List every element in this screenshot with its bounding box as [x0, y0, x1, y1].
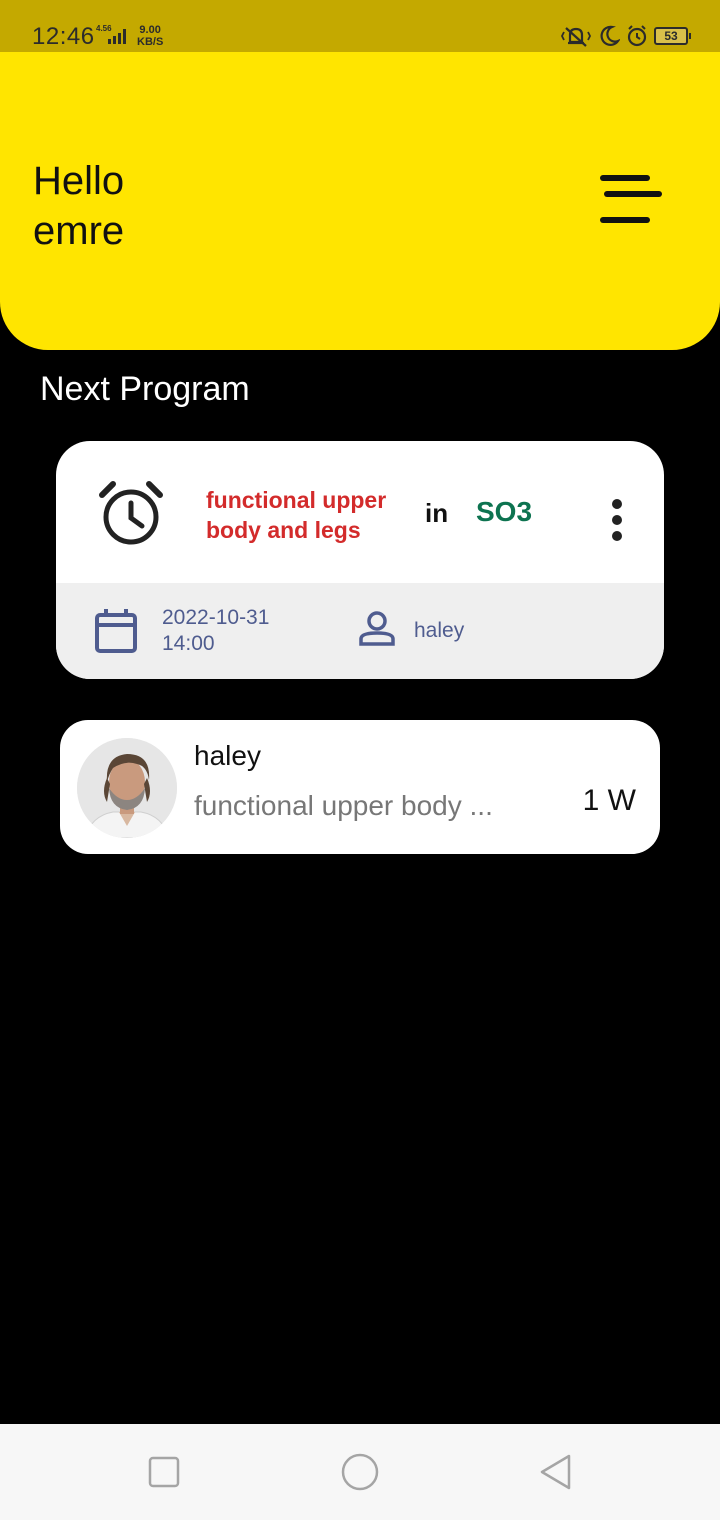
status-icons: 53 — [560, 25, 691, 47]
data-speed: 9.00 KB/S — [137, 24, 163, 48]
person-icon — [359, 611, 395, 646]
moon-icon — [600, 25, 620, 46]
coach-name: haley — [414, 619, 465, 642]
program-datetime: 2022-10-31 14:00 — [162, 605, 269, 657]
program-name: functional upper body and legs — [206, 487, 387, 543]
navigation-bar — [0, 1424, 720, 1520]
coach-card-duration: 1 W — [582, 784, 636, 817]
data-speed-value: 9.00 — [139, 24, 161, 36]
greeting-username: emre — [33, 209, 125, 253]
signal-icon — [108, 29, 126, 44]
status-time: 12:46 — [32, 23, 95, 50]
alarm-icon — [627, 25, 647, 47]
program-time: 14:00 — [162, 632, 215, 655]
greeting: Hello emre — [33, 156, 124, 256]
room-label: SO3 — [476, 496, 533, 527]
next-program-title: Next Program — [40, 370, 250, 408]
coach-photo-icon — [77, 738, 177, 838]
header: Hello emre — [0, 52, 720, 350]
more-options-icon[interactable] — [604, 497, 630, 543]
data-speed-unit: KB/S — [137, 36, 164, 48]
avatar — [77, 738, 177, 838]
menu-icon[interactable] — [596, 172, 666, 232]
program-date: 2022-10-31 — [162, 606, 270, 629]
coach-program-card[interactable]: haley functional upper body ... 1 W — [60, 720, 660, 854]
next-program-card[interactable]: functional upper body and legs in SO3 20… — [56, 441, 664, 679]
back-triangle-icon[interactable] — [536, 1452, 576, 1492]
calendar-icon — [95, 609, 137, 653]
status-bar: 12:46 4.56 9.00 KB/S 53 — [0, 0, 720, 52]
program-details: 2022-10-31 14:00 haley — [56, 583, 664, 679]
home-circle-icon[interactable] — [340, 1452, 380, 1492]
alarm-clock-icon — [99, 481, 163, 545]
vibrate-icon — [560, 27, 592, 47]
greeting-hello: Hello — [33, 159, 125, 203]
recents-square-icon[interactable] — [144, 1452, 184, 1492]
coach-card-name: haley — [194, 740, 261, 771]
in-label: in — [425, 498, 449, 528]
battery-icon: 53 — [654, 27, 691, 45]
coach-card-program: functional upper body ... — [194, 790, 493, 821]
